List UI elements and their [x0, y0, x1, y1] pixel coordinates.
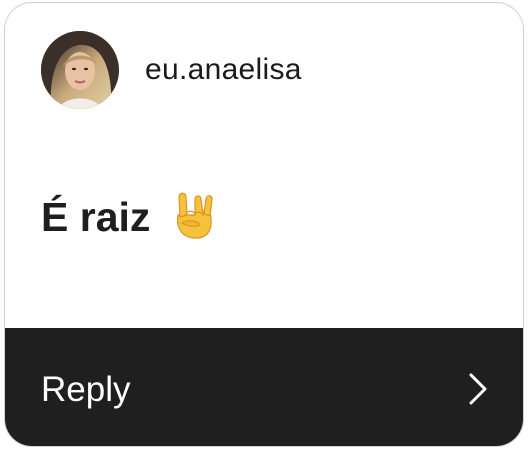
- message-body: É raiz: [41, 192, 216, 241]
- username[interactable]: eu.anaelisa: [145, 53, 302, 87]
- message-text: É raiz: [41, 193, 151, 240]
- avatar[interactable]: [41, 31, 119, 109]
- story-reply-card: eu.anaelisa É raiz Reply: [4, 2, 524, 447]
- sign-of-the-horns-icon: [170, 189, 216, 241]
- post-header: eu.anaelisa: [5, 3, 523, 123]
- reply-button[interactable]: Reply: [5, 328, 523, 446]
- reply-label: Reply: [41, 370, 131, 409]
- avatar-photo-icon: [41, 31, 119, 109]
- chevron-right-icon: [469, 373, 487, 405]
